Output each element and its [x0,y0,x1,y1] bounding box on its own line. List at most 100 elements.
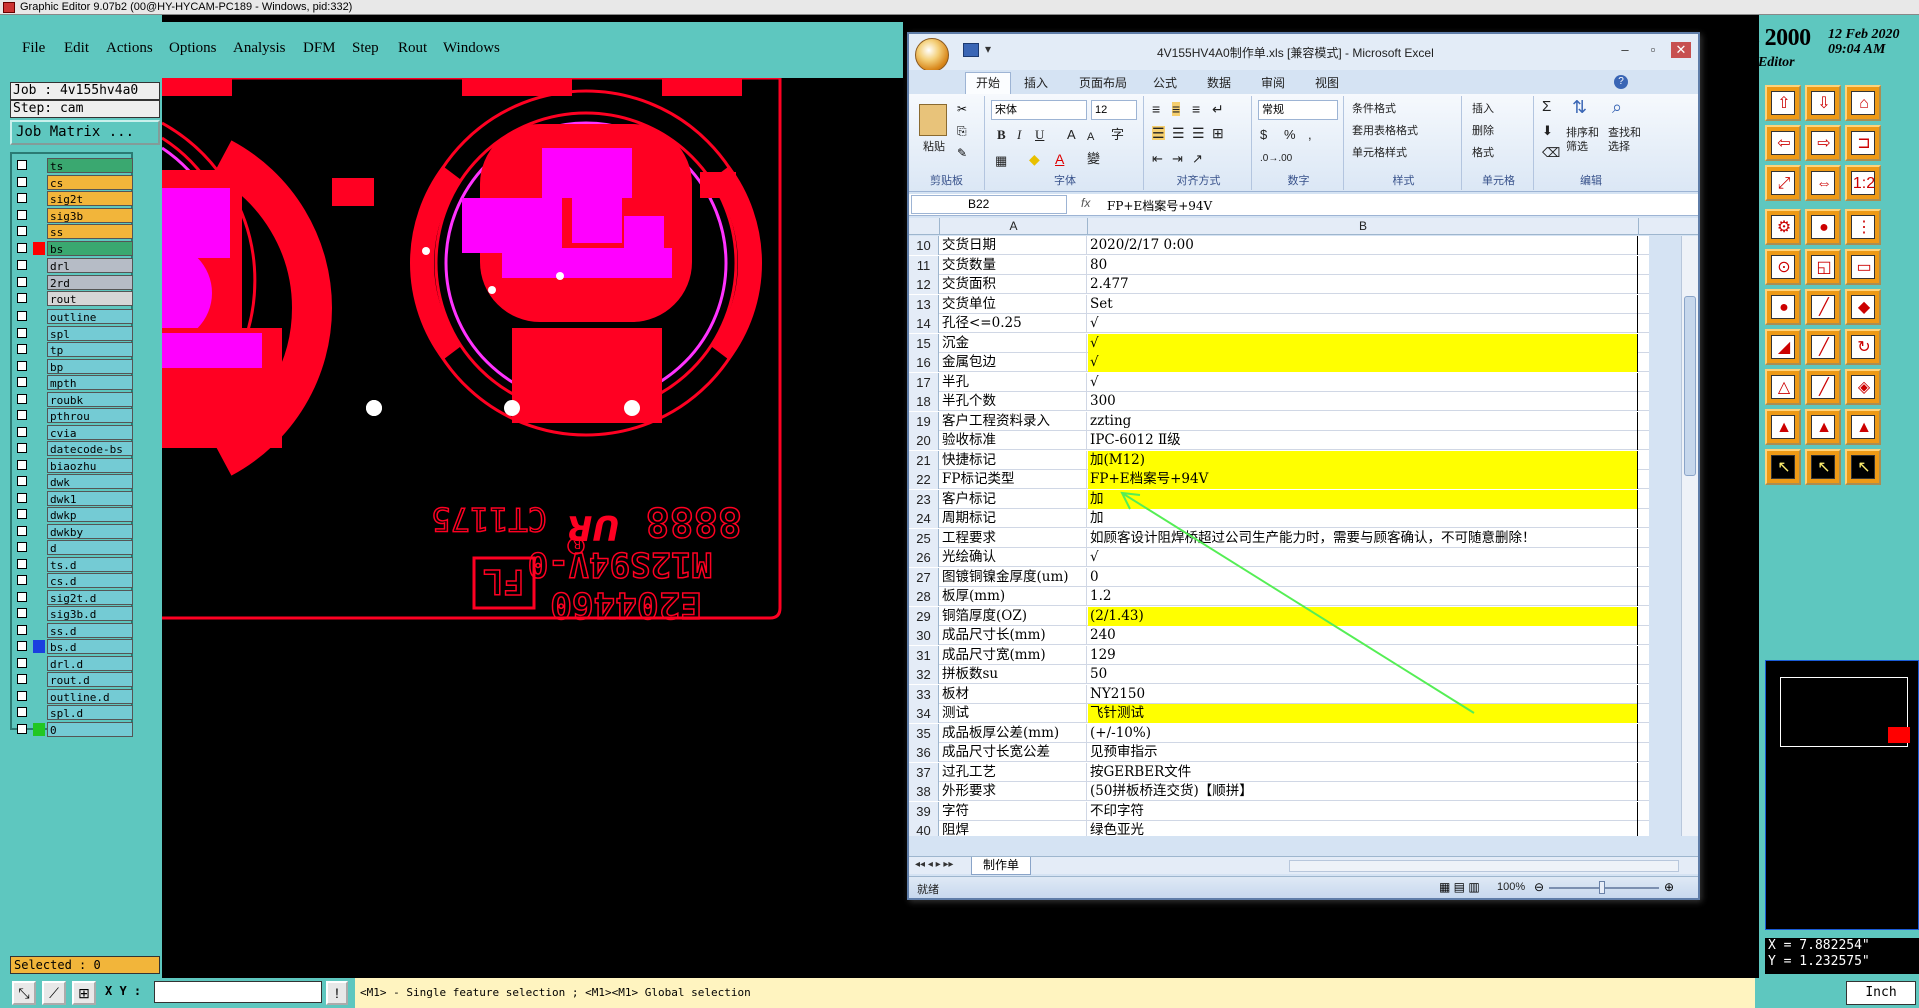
cell-a[interactable]: 板材 [940,684,1087,704]
layer-row-d[interactable]: d [15,540,133,555]
row-header[interactable]: 30 [909,626,939,645]
tool-expand-icon[interactable]: ⤢ [1765,165,1801,201]
row-header[interactable]: 18 [909,392,939,411]
cell-a[interactable]: 字符 [940,801,1087,821]
wrap-text-icon[interactable]: ↵ [1212,102,1224,116]
cell-b[interactable]: √ [1088,314,1638,333]
font-size-select[interactable]: 12 [1091,100,1137,120]
help-icon[interactable]: ? [1614,75,1628,89]
layer-row-sig2t.d[interactable]: sig2t.d [15,589,133,605]
cell-a[interactable]: 图镀铜镍金厚度(um) [940,567,1087,587]
tab-insert[interactable]: 插入 [1024,74,1048,92]
tab-page-layout[interactable]: 页面布局 [1079,74,1127,92]
layer-row-dwk[interactable]: dwk [15,474,133,489]
layer-row-ss[interactable]: ss [15,224,133,239]
fill-color-icon[interactable]: ◆ [1029,152,1040,166]
layer-name[interactable]: dwkby [47,523,133,539]
select-all-corner[interactable] [909,218,940,235]
layer-checkbox[interactable] [17,377,27,387]
layer-checkbox[interactable] [17,624,27,635]
layer-row-dwk1[interactable]: dwk1 [15,490,133,506]
cell-a[interactable]: 光绘确认 [940,548,1087,567]
layer-name[interactable]: drl [47,258,133,273]
tab-view[interactable]: 视图 [1315,74,1339,92]
layer-row-outline[interactable]: outline [15,309,133,324]
row-header[interactable]: 25 [909,528,939,548]
layer-name[interactable]: outline.d [47,688,133,704]
tool-scale-icon[interactable]: 1:2 [1845,165,1881,201]
measure-icon[interactable]: ⟋ [42,981,66,1005]
cell-b[interactable]: √ [1088,333,1638,353]
layer-row-datecode-bs[interactable]: datecode-bs [15,441,133,456]
layer-checkbox[interactable] [17,723,27,734]
row-header[interactable]: 12 [909,275,939,294]
cut-icon[interactable]: ✂ [957,102,967,116]
row-header[interactable]: 38 [909,782,939,801]
row-header[interactable]: 29 [909,606,939,626]
sheet-nav-icon[interactable]: ◂◂ ◂ ▸ ▸▸ [915,859,953,870]
tool-pan-right-icon[interactable]: ⇨ [1805,125,1841,161]
layer-checkbox[interactable] [17,193,27,203]
format-painter-icon[interactable]: ✎ [957,146,967,160]
cell-b[interactable]: 加 [1088,489,1638,509]
tool-line-icon[interactable]: ╱ [1805,289,1841,325]
conditional-format-button[interactable]: 条件格式 [1352,102,1396,116]
close-icon[interactable]: ✕ [1671,42,1691,58]
cell-b[interactable]: 不印字符 [1088,801,1638,821]
layer-row-cvia[interactable]: cvia [15,424,133,440]
layer-row-ts.d[interactable]: ts.d [15,556,133,572]
row-header[interactable]: 10 [909,236,939,255]
job-matrix-button[interactable]: Job Matrix ... [10,120,160,145]
wen-icon[interactable]: 變 [1087,152,1100,166]
name-box[interactable]: B22 [911,195,1067,214]
row-header[interactable]: 39 [909,801,939,821]
qat-dropdown-icon[interactable]: ▾ [985,42,991,56]
layer-row-dwkp[interactable]: dwkp [15,507,133,522]
tool-fit-icon[interactable]: ⊐ [1845,125,1881,161]
row-header[interactable]: 32 [909,665,939,684]
layer-name[interactable]: bs [47,240,133,256]
row-header[interactable]: 34 [909,704,939,723]
layer-row-pthrou[interactable]: pthrou [15,408,133,423]
cell-b[interactable]: (+/-10%) [1088,723,1638,743]
layer-checkbox[interactable] [17,327,27,338]
layer-name[interactable]: tp [47,342,133,357]
layer-checkbox[interactable] [17,476,27,486]
row-header[interactable]: 33 [909,684,939,704]
layer-row-cs[interactable]: cs [15,174,133,190]
row-header[interactable]: 31 [909,645,939,665]
italic-icon[interactable]: I [1017,128,1021,142]
vertical-scrollbar[interactable] [1681,236,1698,836]
layer-row-bp[interactable]: bp [15,358,133,374]
cell-b[interactable]: 见预审指示 [1088,743,1638,762]
menu-rout[interactable]: Rout [398,40,427,57]
layer-name[interactable]: bs.d [47,639,133,654]
fill-icon[interactable]: ⬇ [1542,124,1553,138]
layer-row-outline.d[interactable]: outline.d [15,688,133,704]
layer-row-sig3b[interactable]: sig3b [15,207,133,223]
tool-tri-c-icon[interactable]: ▲ [1805,409,1841,445]
layer-name[interactable]: roubk [47,391,133,407]
cell-b[interactable]: √ [1088,372,1638,392]
cell-b[interactable]: 50 [1088,665,1638,684]
column-header-a[interactable]: A [940,218,1088,235]
cell-b[interactable]: 绿色亚光 [1088,821,1638,836]
layer-row-biaozhu[interactable]: biaozhu [15,457,133,473]
tool-triangle-icon[interactable]: ◢ [1765,329,1801,365]
layer-checkbox[interactable] [17,492,27,503]
tool-zoom-out-icon[interactable]: ⇩ [1805,85,1841,121]
layer-row-2rd[interactable]: 2rd [15,274,133,290]
horizontal-scrollbar[interactable] [1289,860,1679,872]
row-header[interactable]: 24 [909,509,939,528]
layer-row-cs.d[interactable]: cs.d [15,573,133,588]
cell-a[interactable]: 验收标准 [940,431,1087,450]
office-button[interactable] [915,38,949,72]
layer-checkbox[interactable] [17,209,27,220]
shrink-font-icon[interactable]: A [1087,130,1094,144]
layer-checkbox[interactable] [17,360,27,371]
cell-a[interactable]: 拼板数su [940,665,1087,684]
cell-b[interactable]: 0 [1088,567,1638,587]
grow-font-icon[interactable]: A [1067,128,1076,142]
row-header[interactable]: 28 [909,587,939,606]
paste-icon[interactable] [919,104,947,136]
